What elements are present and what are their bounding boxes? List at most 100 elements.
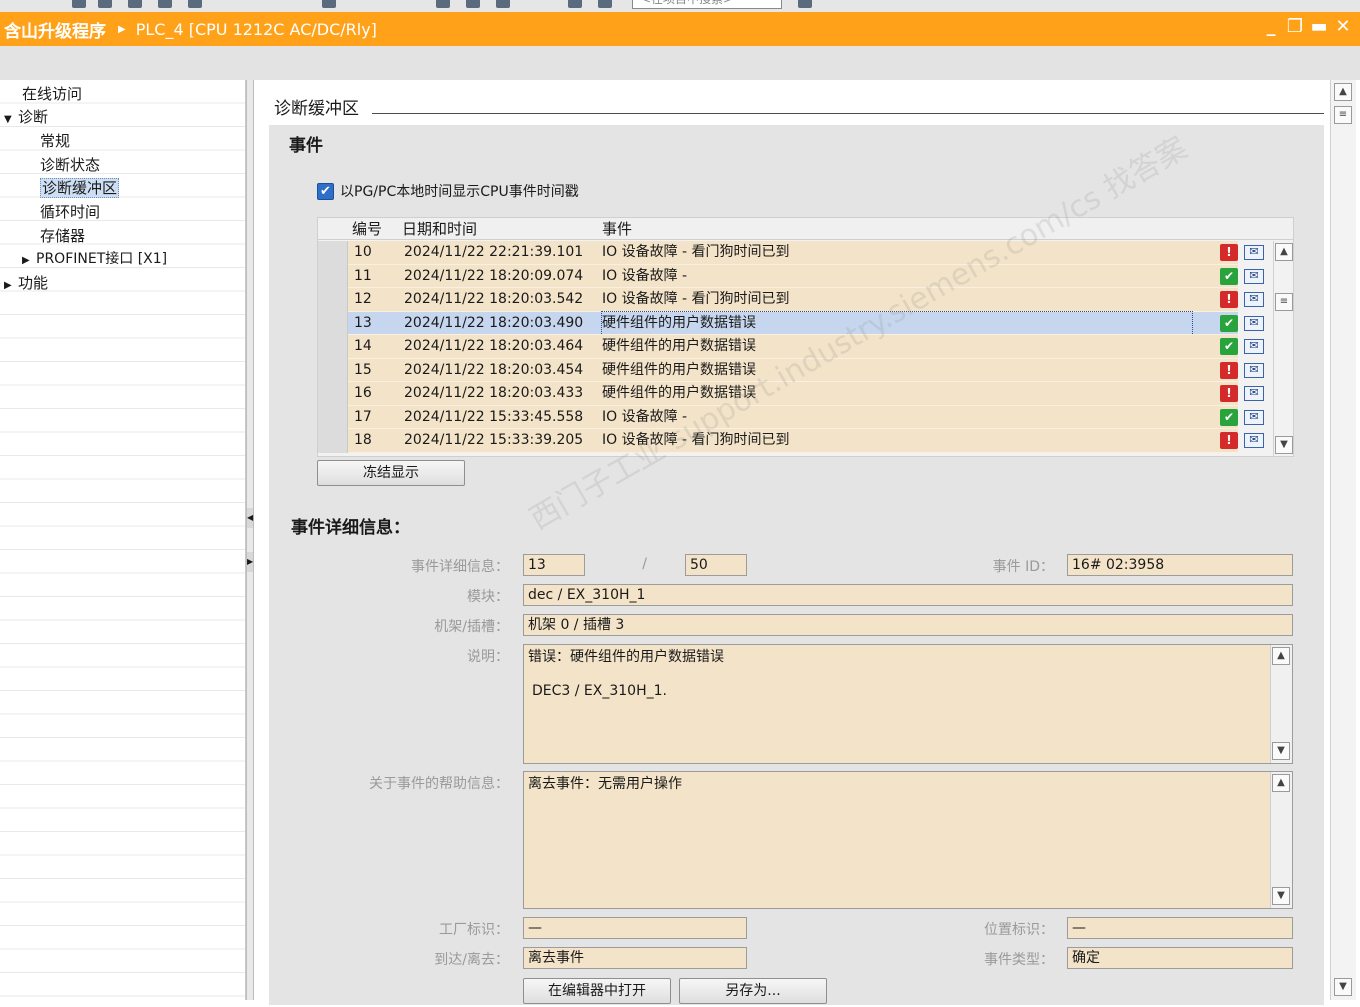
sidebar-item-label: 功能 <box>18 274 49 292</box>
event-message-icon[interactable]: ✉ <box>1244 268 1264 284</box>
detail-index-field[interactable]: 13 <box>523 554 585 576</box>
col-header-num[interactable]: 编号 <box>352 218 382 240</box>
sidebar-item-label: 诊断缓冲区 <box>40 178 120 198</box>
open-in-editor-button[interactable]: 在编辑器中打开 <box>523 978 671 1004</box>
toolbar-icon[interactable] <box>98 0 112 8</box>
event-message-icon[interactable]: ✉ <box>1244 315 1264 331</box>
row-selector[interactable] <box>318 382 348 406</box>
sidebar-item-general[interactable]: 常规 <box>26 130 70 152</box>
project-search-input[interactable]: <在项目中搜索> <box>632 0 782 9</box>
search-icon[interactable] <box>798 0 812 8</box>
row-selector[interactable] <box>318 335 348 359</box>
event-table-scrollbar[interactable]: ▲ ≡ ▼ <box>1273 241 1293 456</box>
row-selector[interactable] <box>318 311 348 335</box>
minimize-icon[interactable]: _ <box>1262 16 1280 37</box>
scroll-up-icon[interactable]: ▲ <box>1334 83 1352 101</box>
sidebar-item-cycle-time[interactable]: 循环时间 <box>26 201 100 223</box>
scroll-down-icon[interactable]: ▼ <box>1275 436 1293 454</box>
event-message-icon[interactable]: ✉ <box>1244 433 1264 448</box>
sidebar-nav: 在线访问 ▼ 诊断 常规 诊断状态 诊断缓冲区 循环时间 存储器 ▶ PROFINE… <box>0 80 246 1000</box>
local-time-checkbox-label: 以PG/PC本地时间显示CPU事件时间戳 <box>340 184 579 200</box>
row-selector[interactable] <box>318 405 348 429</box>
toolbar-icon[interactable] <box>496 0 510 8</box>
sidebar-item-profinet[interactable]: ▶ PROFINET接口 [X1] <box>22 248 167 270</box>
scroll-down-icon[interactable]: ▼ <box>1272 887 1290 905</box>
description-scrollbar[interactable]: ▲ ▼ <box>1270 645 1292 763</box>
table-row[interactable]: 12 2024/11/22 18:20:03.542 IO 设备故障 - 看门狗时间… <box>318 288 1273 312</box>
row-selector[interactable] <box>318 264 348 288</box>
help-scrollbar[interactable]: ▲ ▼ <box>1270 772 1292 908</box>
error-status-icon: ! <box>1220 432 1238 449</box>
window-controls: _ ❐ ▬ ✕ <box>1262 16 1352 37</box>
expand-right-icon[interactable]: ▶ <box>247 552 253 572</box>
ok-status-icon: ✔ <box>1220 314 1238 332</box>
toolbar-icon[interactable] <box>188 0 202 8</box>
scroll-up-icon[interactable]: ▲ <box>1275 243 1293 261</box>
col-header-datetime[interactable]: 日期和时间 <box>402 218 477 240</box>
toolbar-icon[interactable] <box>322 0 336 8</box>
toolbar-icon[interactable] <box>72 0 86 8</box>
sidebar-item-diagnostics[interactable]: ▼ 诊断 <box>4 106 48 128</box>
event-message-icon[interactable]: ✉ <box>1244 339 1264 354</box>
table-row[interactable]: 10 2024/11/22 22:21:39.101 IO 设备故障 - 看门狗时间… <box>318 241 1273 265</box>
sidebar-item-diag-status[interactable]: 诊断状态 <box>26 154 100 176</box>
table-row[interactable]: 15 2024/11/22 18:20:03.454 硬件组件的用户数据错误! ✉ <box>318 358 1273 382</box>
collapse-icon[interactable]: ▼ <box>4 109 18 131</box>
sidebar-item-label: 常规 <box>40 132 71 150</box>
local-time-checkbox-row[interactable]: ✔ 以PG/PC本地时间显示CPU事件时间戳 <box>317 181 579 201</box>
table-row[interactable]: 16 2024/11/22 18:20:03.433 硬件组件的用户数据错误! ✉ <box>318 382 1273 406</box>
scroll-down-icon[interactable]: ▼ <box>1272 742 1290 760</box>
event-message-icon[interactable]: ✉ <box>1244 245 1264 260</box>
event-message-icon[interactable]: ✉ <box>1244 362 1264 378</box>
scroll-up-icon[interactable]: ▲ <box>1272 647 1290 665</box>
row-body: 16 2024/11/22 18:20:03.433 硬件组件的用户数据错误! ✉ <box>348 382 1264 406</box>
close-icon[interactable]: ✕ <box>1334 16 1352 37</box>
row-selector[interactable] <box>318 358 348 382</box>
scroll-down-icon[interactable]: ▼ <box>1334 978 1352 996</box>
table-row[interactable]: 17 2024/11/22 15:33:45.558 IO 设备故障 - ✔ ✉ <box>318 405 1273 429</box>
toolbar-icon[interactable] <box>128 0 142 8</box>
row-selector[interactable] <box>318 288 348 312</box>
toolbar-icon[interactable] <box>598 0 612 8</box>
panel-splitter[interactable]: ◀ ▶ <box>246 80 254 1000</box>
maximize-icon[interactable]: ▬ <box>1310 16 1328 37</box>
plant-id-field: — <box>523 917 747 939</box>
cell-num: 15 <box>354 361 372 378</box>
local-time-checkbox[interactable]: ✔ <box>317 182 334 200</box>
restore-icon[interactable]: ❐ <box>1286 16 1304 37</box>
sidebar-item-functions[interactable]: ▶ 功能 <box>4 272 48 294</box>
expand-icon[interactable]: ▶ <box>22 250 36 272</box>
freeze-display-button[interactable]: 冻结显示 <box>317 460 465 486</box>
row-body: 18 2024/11/22 15:33:39.205 IO 设备故障 - 看门狗时间… <box>348 429 1264 453</box>
toolbar-icon[interactable] <box>158 0 172 8</box>
cell-datetime: 2024/11/22 18:20:03.490 <box>404 314 584 331</box>
toolbar-icon[interactable] <box>436 0 450 8</box>
scroll-thumb-icon[interactable]: ≡ <box>1334 106 1352 124</box>
sidebar-item-diag-buffer[interactable]: 诊断缓冲区 <box>26 177 120 199</box>
detail-index-label: 事件详细信息： <box>411 559 509 575</box>
event-message-icon[interactable]: ✉ <box>1244 409 1264 425</box>
toolbar-icon[interactable] <box>568 0 582 8</box>
scroll-up-icon[interactable]: ▲ <box>1272 774 1290 792</box>
table-row[interactable]: 11 2024/11/22 18:20:09.074 IO 设备故障 - ✔ ✉ <box>318 264 1273 288</box>
sidebar-item-memory[interactable]: 存储器 <box>26 225 85 247</box>
row-selector[interactable] <box>318 241 348 265</box>
save-as-button[interactable]: 另存为... <box>679 978 827 1004</box>
toolbar-icon[interactable] <box>466 0 480 8</box>
cell-num: 13 <box>354 314 372 331</box>
scroll-thumb-icon[interactable]: ≡ <box>1275 293 1293 311</box>
event-message-icon[interactable]: ✉ <box>1244 292 1264 307</box>
sidebar-item-online-access[interactable]: 在线访问 <box>8 83 82 105</box>
collapse-left-icon[interactable]: ◀ <box>247 508 253 528</box>
row-selector[interactable] <box>318 429 348 453</box>
sidebar-item-label: 循环时间 <box>40 203 101 221</box>
row-body: 10 2024/11/22 22:21:39.101 IO 设备故障 - 看门狗时间… <box>348 241 1264 265</box>
project-name: 含山升级程序 <box>4 21 106 42</box>
event-message-icon[interactable]: ✉ <box>1244 386 1264 401</box>
table-row[interactable]: 18 2024/11/22 15:33:39.205 IO 设备故障 - 看门狗时间… <box>318 429 1273 453</box>
table-row[interactable]: 13 2024/11/22 18:20:03.490 硬件组件的用户数据错误 ✔ ✉ <box>318 310 1273 336</box>
main-scrollbar[interactable]: ▲ ≡ ▼ <box>1330 80 1356 1000</box>
expand-icon[interactable]: ▶ <box>4 275 18 297</box>
col-header-event[interactable]: 事件 <box>602 218 632 240</box>
table-row[interactable]: 14 2024/11/22 18:20:03.464 硬件组件的用户数据错误 ✔ ✉ <box>318 335 1273 359</box>
